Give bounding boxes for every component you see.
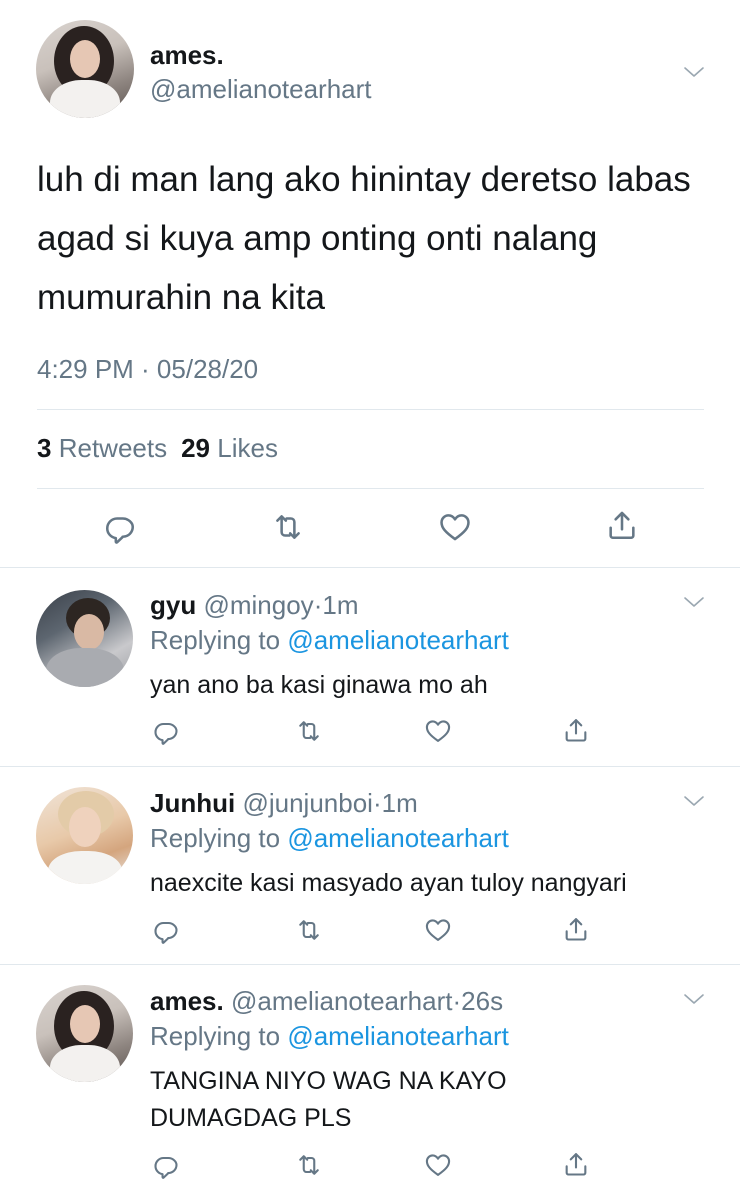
dot-separator: ·: [452, 986, 462, 1016]
reply-icon[interactable]: [152, 1151, 180, 1179]
reply-tweet[interactable]: Junhui @junjunboi·1m Replying to @amelia…: [0, 767, 740, 965]
heart-icon[interactable]: [424, 916, 452, 944]
reply-author-name[interactable]: ames.: [150, 986, 224, 1016]
share-icon[interactable]: [562, 915, 590, 943]
reply-icon[interactable]: [152, 916, 180, 944]
retweets-stat[interactable]: 3 Retweets: [37, 433, 167, 463]
reply-header: ames. @amelianotearhart·26s: [150, 986, 503, 1017]
author-handle[interactable]: @amelianotearhart: [150, 74, 372, 105]
engagement-stats: 3 Retweets 29 Likes: [37, 433, 278, 464]
retweets-label: Retweets: [58, 433, 168, 463]
reply-author-handle[interactable]: @mingoy: [203, 590, 313, 620]
replying-to-prefix: Replying to: [150, 823, 281, 853]
reply-tweet[interactable]: gyu @mingoy·1m Replying to @amelianotear…: [0, 568, 740, 767]
replying-to-link[interactable]: @amelianotearhart: [287, 823, 509, 853]
divider: [37, 488, 704, 489]
reply-time[interactable]: 1m: [382, 788, 418, 818]
main-tweet: ames. @amelianotearhart luh di man lang …: [0, 0, 740, 568]
reply-icon[interactable]: [152, 717, 180, 745]
replying-to-prefix: Replying to: [150, 1021, 281, 1051]
retweet-icon[interactable]: [295, 916, 323, 944]
reply-time[interactable]: 26s: [461, 986, 503, 1016]
chevron-down-icon[interactable]: [682, 789, 706, 813]
chevron-down-icon[interactable]: [682, 590, 706, 614]
heart-icon[interactable]: [424, 1151, 452, 1179]
replying-to-link[interactable]: @amelianotearhart: [287, 625, 509, 655]
replying-to-link[interactable]: @amelianotearhart: [287, 1021, 509, 1051]
retweet-icon[interactable]: [295, 1151, 323, 1179]
replying-to: Replying to @amelianotearhart: [150, 823, 509, 854]
reply-header: Junhui @junjunboi·1m: [150, 788, 418, 819]
share-icon[interactable]: [562, 1150, 590, 1178]
tweet-timestamp[interactable]: 4:29 PM · 05/28/20: [37, 354, 258, 385]
likes-count: 29: [181, 433, 211, 463]
likes-stat[interactable]: 29 Likes: [181, 433, 278, 463]
reply-header: gyu @mingoy·1m: [150, 590, 358, 621]
chevron-down-icon[interactable]: [682, 60, 706, 84]
reply-author-name[interactable]: Junhui: [150, 788, 235, 818]
divider: [37, 409, 704, 410]
avatar[interactable]: [36, 20, 134, 118]
reply-time[interactable]: 1m: [322, 590, 358, 620]
reply-author-name[interactable]: gyu: [150, 590, 196, 620]
retweet-icon[interactable]: [271, 510, 305, 544]
replying-to-prefix: Replying to: [150, 625, 281, 655]
reply-tweet[interactable]: ames. @amelianotearhart·26s Replying to …: [0, 965, 740, 1200]
dot-separator: ·: [372, 788, 382, 818]
share-icon[interactable]: [605, 508, 639, 542]
heart-icon[interactable]: [424, 717, 452, 745]
reply-author-handle[interactable]: @junjunboi: [242, 788, 372, 818]
reply-text: yan ano ba kasi ginawa mo ah: [150, 671, 488, 699]
reply-icon[interactable]: [103, 510, 137, 544]
tweet-text: luh di man lang ako hinintay deretso lab…: [37, 160, 691, 317]
retweet-icon[interactable]: [295, 717, 323, 745]
heart-icon[interactable]: [438, 510, 472, 544]
author-name[interactable]: ames.: [150, 40, 224, 71]
likes-label: Likes: [217, 433, 278, 463]
avatar[interactable]: [36, 787, 133, 884]
chevron-down-icon[interactable]: [682, 987, 706, 1011]
replying-to: Replying to @amelianotearhart: [150, 1021, 509, 1052]
avatar[interactable]: [36, 590, 133, 687]
reply-author-handle[interactable]: @amelianotearhart: [231, 986, 453, 1016]
replying-to: Replying to @amelianotearhart: [150, 625, 509, 656]
reply-text: naexcite kasi masyado ayan tuloy nangyar…: [150, 869, 627, 897]
retweets-count: 3: [37, 433, 52, 463]
reply-text: TANGINA NIYO WAG NA KAYO DUMAGDAG PLS: [150, 1067, 507, 1132]
share-icon[interactable]: [562, 716, 590, 744]
avatar[interactable]: [36, 985, 133, 1082]
